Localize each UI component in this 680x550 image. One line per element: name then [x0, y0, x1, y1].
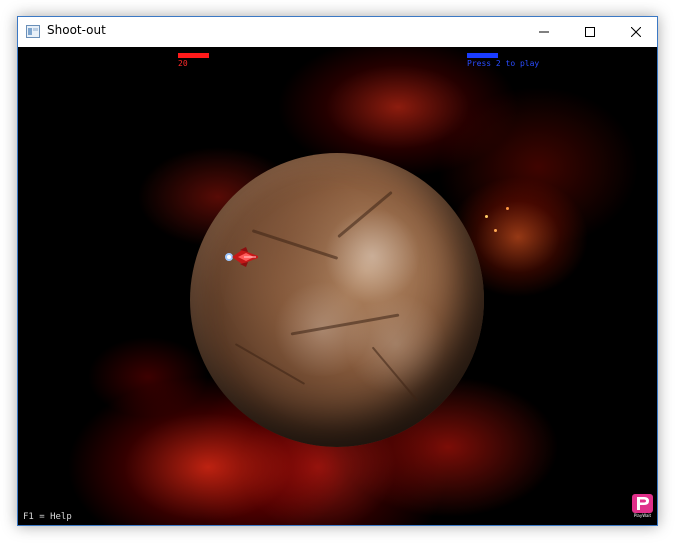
- app-icon: [26, 25, 40, 38]
- player1-score: 20: [178, 59, 188, 68]
- planet-crack: [371, 346, 419, 402]
- help-hint: F1 = Help: [23, 512, 72, 522]
- planet-crack: [251, 229, 339, 260]
- maximize-icon: [585, 27, 595, 37]
- game-window: Shoot-out 20 Press 2 to play F1 = Help P…: [17, 16, 658, 526]
- player1-health-bar: [178, 53, 209, 58]
- title-bar[interactable]: Shoot-out: [18, 17, 657, 48]
- planet-crack: [290, 313, 400, 336]
- player2-prompt: Press 2 to play: [467, 59, 540, 68]
- playwait-logo-icon: [632, 494, 653, 513]
- planet-crack: [234, 343, 306, 385]
- player2-health-bar: [467, 53, 498, 58]
- close-button[interactable]: [613, 17, 659, 47]
- minimize-button[interactable]: [521, 17, 567, 47]
- star-spark: [494, 229, 497, 232]
- planet: [190, 153, 484, 447]
- maximize-button[interactable]: [567, 17, 613, 47]
- minimize-icon: [539, 31, 549, 33]
- spaceship-icon: [225, 247, 258, 267]
- window-title: Shoot-out: [47, 23, 106, 37]
- planet-crack: [337, 190, 393, 239]
- star-spark: [506, 207, 509, 210]
- playwait-logo: PlayWait: [632, 494, 653, 520]
- star-spark: [485, 215, 488, 218]
- close-icon: [631, 27, 641, 37]
- logo-label: PlayWait: [633, 513, 652, 518]
- game-canvas[interactable]: 20 Press 2 to play F1 = Help PlayWait: [18, 47, 657, 525]
